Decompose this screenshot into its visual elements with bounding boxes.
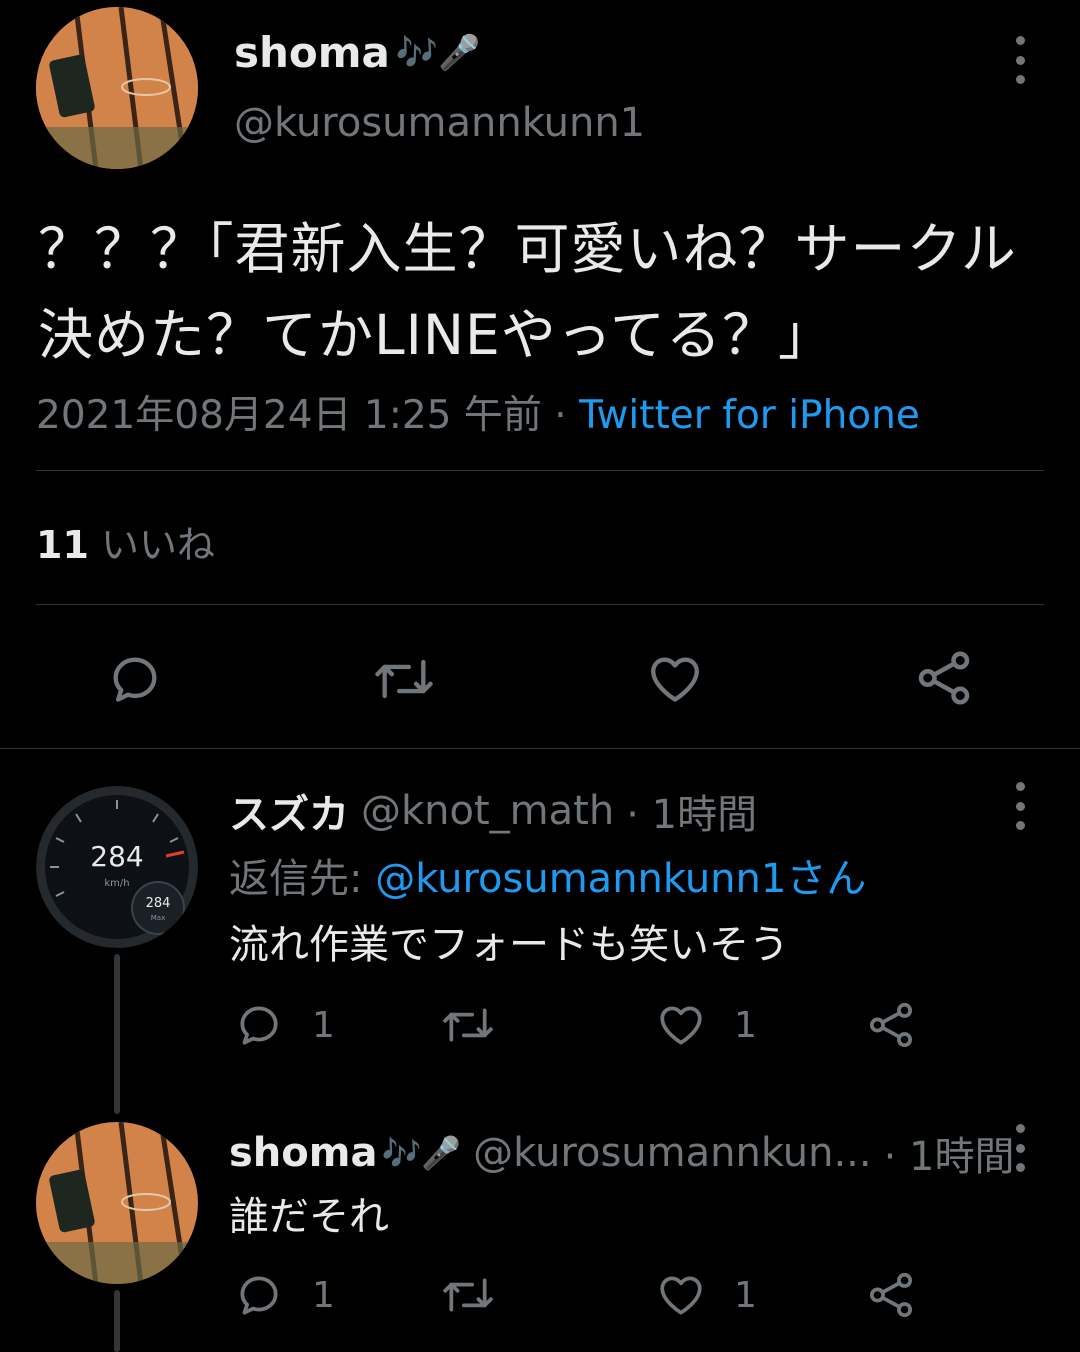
reply-count: 1 <box>312 1274 335 1316</box>
reply-author-name[interactable]: shoma 🎶🎤 <box>229 1130 461 1176</box>
music-mic-emoji: 🎶🎤 <box>395 32 481 73</box>
share-icon <box>866 1270 916 1320</box>
likes-count: 11 <box>36 523 89 567</box>
share-icon <box>866 1000 916 1050</box>
author-name[interactable]: shoma 🎶🎤 <box>234 28 481 77</box>
music-mic-emoji: 🎶🎤 <box>381 1134 462 1172</box>
like-count: 1 <box>734 1004 757 1046</box>
thread-line <box>114 1290 120 1352</box>
like-icon[interactable] <box>646 650 704 708</box>
like-icon <box>656 1270 706 1320</box>
author-avatar[interactable] <box>36 7 198 169</box>
author-handle[interactable]: @kurosumannkunn1 <box>234 100 645 146</box>
section-divider <box>0 748 1080 749</box>
divider <box>36 604 1044 605</box>
speed-value: 284 <box>90 840 144 873</box>
share-button[interactable] <box>866 1270 916 1320</box>
retweet-icon[interactable] <box>372 650 436 708</box>
reply-button[interactable]: 1 <box>234 1000 335 1050</box>
speed-unit: km/h <box>104 878 130 889</box>
reply-count: 1 <box>312 1004 335 1046</box>
reply-button[interactable]: 1 <box>234 1270 335 1320</box>
reply-time[interactable]: · 1時間 <box>626 782 757 840</box>
reply-author-handle[interactable]: @knot_math <box>361 788 614 834</box>
meta-separator: · <box>554 393 567 438</box>
divider <box>36 470 1044 471</box>
retweet-icon <box>440 1270 496 1320</box>
more-icon[interactable] <box>1010 782 1030 830</box>
retweet-icon <box>440 1000 496 1050</box>
reply-author-name-text: shoma <box>229 1130 378 1176</box>
reply-to-label: 返信先: <box>229 856 363 902</box>
likes-label: いいね <box>100 523 215 567</box>
tweet-meta: 2021年08月24日 1:25 午前 · Twitter for iPhone <box>36 384 920 440</box>
reply-author-name[interactable]: スズカ <box>229 782 349 840</box>
tweet-source[interactable]: Twitter for iPhone <box>579 393 920 438</box>
max-speed: 284 <box>145 896 171 911</box>
like-count: 1 <box>734 1274 757 1316</box>
like-button[interactable]: 1 <box>656 1270 757 1320</box>
tweet-text: ？？？｢君新入生？可愛いね？サークル決めた？てかLINEやってる？｣ <box>38 217 1017 367</box>
thread-line <box>114 954 120 1114</box>
reply-avatar[interactable] <box>36 1122 198 1284</box>
reply-to-handle[interactable]: @kurosumannkunn1さん <box>375 856 866 902</box>
more-icon[interactable] <box>1010 1124 1030 1172</box>
reply-icon[interactable] <box>106 650 164 708</box>
reply-time[interactable]: · 1時間 <box>884 1124 1015 1182</box>
retweet-button[interactable] <box>440 1000 524 1050</box>
retweet-button[interactable] <box>440 1270 524 1320</box>
reply-icon <box>234 1000 284 1050</box>
author-name-text: shoma <box>234 28 390 77</box>
max-label: Max <box>150 914 166 922</box>
reply-header: スズカ @knot_math · 1時間 <box>229 782 757 840</box>
share-icon[interactable] <box>914 648 974 708</box>
reply-icon <box>234 1270 284 1320</box>
likes-stat[interactable]: 11 いいね <box>36 514 215 569</box>
share-button[interactable] <box>866 1000 916 1050</box>
like-button[interactable]: 1 <box>656 1000 757 1050</box>
reply-avatar-speedometer[interactable]: 284 km/h 284 Max <box>36 786 198 948</box>
like-icon <box>656 1000 706 1050</box>
reply-text: 誰だそれ <box>229 1194 389 1240</box>
tweet-timestamp[interactable]: 2021年08月24日 1:25 午前 <box>36 393 542 438</box>
reply-text: 流れ作業でフォードも笑いそう <box>229 922 789 968</box>
reply-to-line: 返信先: @kurosumannkunn1さん <box>229 846 866 904</box>
reply-author-handle[interactable]: @kurosumannkun... <box>473 1130 871 1176</box>
more-icon[interactable] <box>1010 36 1030 84</box>
reply-header: shoma 🎶🎤 @kurosumannkun... · 1時間 <box>229 1124 1015 1182</box>
